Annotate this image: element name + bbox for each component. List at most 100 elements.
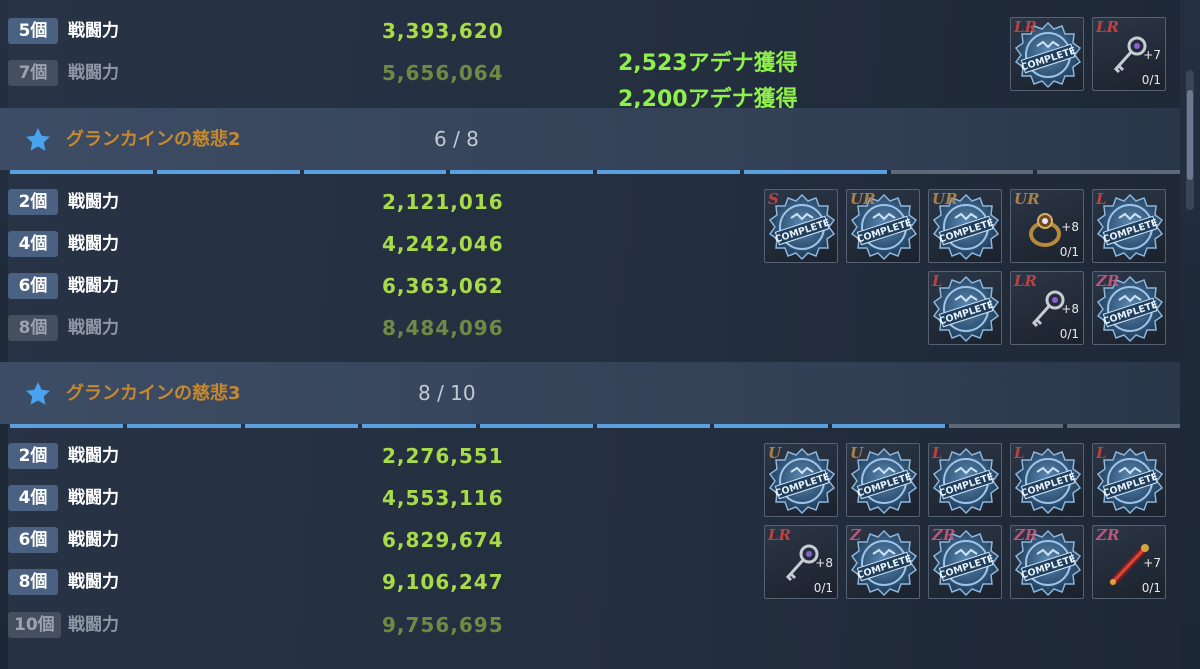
section-title: グランカインの慈悲2 (66, 129, 241, 150)
stat-row: 6個 戦闘力 6,363,062 (0, 267, 600, 305)
rarity-label: ZR (932, 526, 956, 544)
reward-tile-complete[interactable]: COMPLETE L (928, 443, 1002, 517)
count-badge: 8個 (8, 569, 58, 595)
section-title: グランカインの慈悲3 (66, 383, 241, 404)
stat-row: 6個 戦闘力 6,829,674 (0, 521, 600, 559)
stat-row: 5個 戦闘力 3,393,620 (0, 12, 600, 50)
count-badge: 6個 (8, 527, 58, 553)
progress-segment (1066, 424, 1180, 428)
stat-label: 戦闘力 (68, 21, 119, 41)
rarity-label: U (768, 444, 782, 462)
reward-tile-complete[interactable]: COMPLETE UR (928, 189, 1002, 263)
scrollbar-thumb[interactable] (1187, 90, 1193, 180)
reward-tile-complete[interactable]: COMPLETE U (846, 443, 920, 517)
reward-tile-complete[interactable]: COMPLETE L (1010, 443, 1084, 517)
rarity-label: L (1096, 444, 1107, 462)
progress-segment (890, 170, 1034, 174)
count-badge: 2個 (8, 443, 58, 469)
reward-tile[interactable]: UR +8 0/1 (1010, 189, 1084, 263)
reward-tile-complete[interactable]: COMPLETE L (1092, 189, 1166, 263)
stat-label: 戦闘力 (68, 615, 119, 635)
progress-segment (479, 424, 593, 428)
count-badge: 5個 (8, 18, 58, 44)
progress-segment (10, 424, 124, 428)
stat-row: 4個 戦闘力 4,553,116 (0, 479, 600, 517)
count-badge: 4個 (8, 485, 58, 511)
progress-segment (831, 424, 946, 428)
rarity-label: LR (1014, 18, 1038, 36)
stat-value: 8,484,096 (382, 316, 504, 340)
reward-tile-complete[interactable]: COMPLETE LR (1010, 17, 1084, 91)
section-progress: 6 / 8 (434, 127, 479, 151)
progress-segment (714, 424, 828, 428)
stat-value: 5,656,064 (382, 61, 504, 85)
stat-row: 8個 戦闘力 8,484,096 (0, 309, 600, 347)
count-badge: 4個 (8, 231, 58, 257)
progress-segment (127, 424, 241, 428)
stat-row: 7個 戦闘力 5,656,064 (0, 54, 600, 92)
progress-segment (743, 170, 887, 174)
stat-row: 4個 戦闘力 4,242,046 (0, 225, 600, 263)
section-header[interactable]: グランカインの慈悲2 6 / 8 (0, 108, 1180, 170)
star-icon (26, 382, 50, 405)
reward-tile-complete[interactable]: COMPLETE S (764, 189, 838, 263)
rarity-label: L (1014, 444, 1025, 462)
progress-segment (949, 424, 1063, 428)
stat-label: 戦闘力 (68, 318, 119, 338)
stat-value: 2,121,016 (382, 190, 504, 214)
stat-value: 9,756,695 (382, 613, 504, 637)
rarity-label: U (850, 444, 864, 462)
reward-tile-complete[interactable]: COMPLETE Z (846, 525, 920, 599)
progress-segment (450, 170, 593, 174)
rarity-label: ZR (1096, 272, 1120, 290)
rarity-label: S (768, 190, 779, 208)
reward-tile[interactable]: ZR +7 0/1 (1092, 525, 1166, 599)
stat-label: 戦闘力 (68, 530, 119, 550)
reward-tile-complete[interactable]: COMPLETE ZR (928, 525, 1002, 599)
stat-value: 2,276,551 (382, 444, 504, 468)
section-progress: 8 / 10 (418, 381, 476, 405)
reward-tile-complete[interactable]: COMPLETE U (764, 443, 838, 517)
rarity-label: LR (768, 526, 792, 544)
count-badge: 6個 (8, 273, 58, 299)
stat-value: 4,242,046 (382, 232, 504, 256)
progress-segment (597, 170, 740, 174)
rarity-label: L (932, 272, 943, 290)
stat-value: 3,393,620 (382, 19, 504, 43)
progress-segment (156, 170, 300, 174)
rarity-label: LR (1096, 18, 1120, 36)
item-count: 0/1 (1141, 581, 1161, 595)
rarity-label: L (932, 444, 943, 462)
stat-label: 戦闘力 (68, 572, 119, 592)
progress-segment (244, 424, 359, 428)
item-count: 0/1 (1141, 73, 1161, 87)
count-badge: 8個 (8, 315, 58, 341)
section-header[interactable]: グランカインの慈悲3 8 / 10 (0, 362, 1180, 424)
reward-tile-complete[interactable]: COMPLETE ZR (1010, 525, 1084, 599)
count-badge: 10個 (8, 612, 61, 638)
progress-segment (362, 424, 476, 428)
reward-tile-complete[interactable]: COMPLETE ZR (1092, 271, 1166, 345)
stat-row: 2個 戦闘力 2,276,551 (0, 437, 600, 475)
rarity-label: Z (850, 526, 861, 544)
stat-value: 9,106,247 (382, 570, 504, 594)
count-badge: 2個 (8, 189, 58, 215)
rarity-label: ZR (1096, 526, 1120, 544)
item-count: 0/1 (1059, 245, 1079, 259)
reward-tile-complete[interactable]: COMPLETE UR (846, 189, 920, 263)
reward-tile-complete[interactable]: COMPLETE L (928, 271, 1002, 345)
stat-label: 戦闘力 (68, 446, 119, 466)
stat-row: 2個 戦闘力 2,121,016 (0, 183, 600, 221)
stat-value: 4,553,116 (382, 486, 504, 510)
progress-segment (10, 170, 153, 174)
reward-text: 2,523アデナ獲得 (618, 51, 798, 76)
stat-label: 戦闘力 (68, 234, 119, 254)
reward-tile[interactable]: LR +8 0/1 (1010, 271, 1084, 345)
reward-tile[interactable]: LR +8 0/1 (764, 525, 838, 599)
enhance-level: +8 (1061, 220, 1079, 234)
rarity-label: ZR (1014, 526, 1038, 544)
reward-tile[interactable]: LR +7 0/1 (1092, 17, 1166, 91)
reward-tile-complete[interactable]: COMPLETE L (1092, 443, 1166, 517)
item-count: 0/1 (813, 581, 833, 595)
enhance-level: +7 (1143, 48, 1161, 62)
